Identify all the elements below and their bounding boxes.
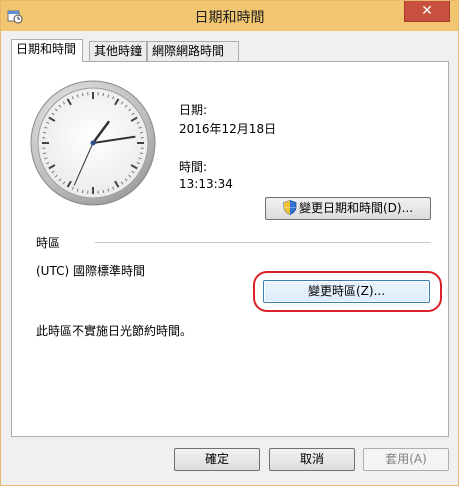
title-bar[interactable]: 日期和時間 ✕: [1, 1, 458, 31]
time-value: 13:13:34: [179, 177, 233, 191]
timezone-divider: [95, 242, 431, 243]
clock-minute-tick: [43, 131, 47, 134]
window-title: 日期和時間: [194, 10, 265, 26]
timezone-value: (UTC) 國際標準時間: [36, 264, 145, 278]
cancel-button[interactable]: 取消: [269, 448, 355, 471]
ok-button[interactable]: 確定: [174, 448, 260, 471]
tab-additional-clocks[interactable]: 其他時鐘: [89, 41, 147, 61]
highlight-annotation: [253, 271, 442, 312]
clock-minute-tick: [102, 189, 105, 193]
date-label: 日期:: [179, 103, 208, 117]
datetime-dialog: 日期和時間 ✕ 日期和時間 其他時鐘 網際網路時間 日期: 2016年12月18…: [0, 0, 459, 486]
uac-shield-icon: [283, 200, 297, 215]
clock-minute-tick: [43, 152, 47, 155]
close-button[interactable]: ✕: [404, 1, 450, 22]
clock-minute-tick: [81, 93, 84, 97]
apply-button[interactable]: 套用(A): [363, 448, 449, 471]
clock-minute-tick: [139, 131, 143, 134]
change-date-time-label: 變更日期和時間(D)...: [298, 201, 414, 215]
clock-minute-tick: [139, 152, 143, 155]
timezone-section-label: 時區: [36, 236, 61, 250]
date-value: 2016年12月18日: [179, 122, 277, 136]
change-date-time-button[interactable]: 變更日期和時間(D)...: [265, 197, 431, 220]
dst-note: 此時區不實施日光節約時間。: [36, 324, 193, 338]
tab-date-time[interactable]: 日期和時間: [11, 39, 83, 62]
tab-internet-time[interactable]: 網際網路時間: [147, 41, 239, 61]
time-label: 時間:: [179, 160, 208, 174]
analog-clock: [29, 79, 157, 207]
clock-minute-tick: [102, 93, 105, 97]
clock-minute-tick: [81, 189, 84, 193]
close-icon: ✕: [421, 3, 433, 19]
